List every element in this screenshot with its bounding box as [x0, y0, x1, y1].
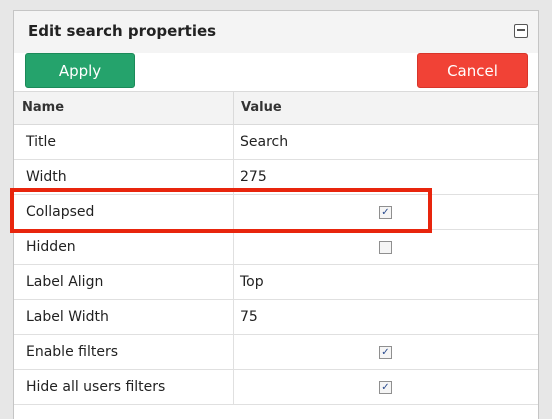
- property-value[interactable]: Search: [240, 134, 288, 150]
- property-value[interactable]: 275: [240, 169, 267, 185]
- property-row-title[interactable]: Title Search: [14, 125, 538, 160]
- column-header-value[interactable]: Value: [241, 100, 282, 115]
- property-name: Hidden: [26, 239, 76, 255]
- column-header-name[interactable]: Name: [22, 100, 64, 115]
- property-grid: Title Search Width 275 Collapsed ✓ Hidde…: [14, 125, 538, 405]
- cell-divider: [233, 230, 234, 264]
- property-row-enable-filters[interactable]: Enable filters ✓: [14, 335, 538, 370]
- property-name: Title: [26, 134, 57, 150]
- cancel-button[interactable]: Cancel: [417, 53, 528, 88]
- highlight-box: [10, 188, 432, 233]
- panel-header: Edit search properties: [14, 11, 538, 53]
- column-divider[interactable]: [233, 91, 234, 125]
- cell-divider: [233, 335, 234, 369]
- grid-header: Name Value: [14, 91, 538, 125]
- property-row-label-width[interactable]: Label Width 75: [14, 300, 538, 335]
- property-name: Hide all users filters: [26, 379, 166, 395]
- property-row-hidden[interactable]: Hidden: [14, 230, 538, 265]
- property-name: Label Width: [26, 309, 109, 325]
- panel-title: Edit search properties: [28, 22, 217, 40]
- property-name: Enable filters: [26, 344, 118, 360]
- property-value[interactable]: Top: [240, 274, 264, 290]
- property-name: Label Align: [26, 274, 104, 290]
- apply-button[interactable]: Apply: [25, 53, 135, 88]
- property-value[interactable]: 75: [240, 309, 258, 325]
- cell-divider: [233, 125, 234, 159]
- cell-divider: [233, 370, 234, 404]
- enable-filters-checkbox[interactable]: ✓: [379, 346, 392, 359]
- property-row-hide-all-users-filters[interactable]: Hide all users filters ✓: [14, 370, 538, 405]
- cell-divider: [233, 265, 234, 299]
- hide-all-users-filters-checkbox[interactable]: ✓: [379, 381, 392, 394]
- property-row-label-align[interactable]: Label Align Top: [14, 265, 538, 300]
- property-name: Width: [26, 169, 67, 185]
- cell-divider: [233, 300, 234, 334]
- hidden-checkbox[interactable]: [379, 241, 392, 254]
- window-collapse-icon[interactable]: [514, 24, 528, 38]
